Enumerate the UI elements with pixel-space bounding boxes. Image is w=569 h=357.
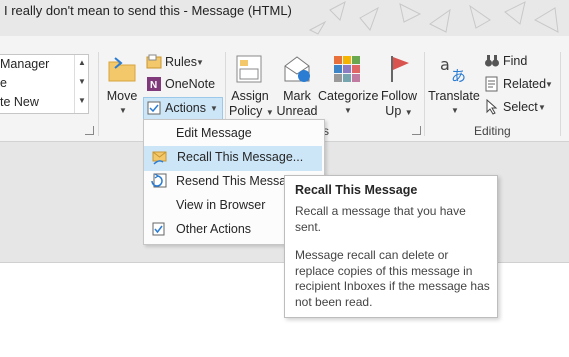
assign-policy-button[interactable]: Assign Policy ▼	[229, 52, 274, 122]
gallery-item[interactable]: Manager	[0, 57, 49, 71]
recall-tooltip: Recall This Message Recall a message tha…	[284, 175, 498, 318]
group-divider	[424, 52, 425, 136]
rules-icon	[146, 54, 162, 69]
group-divider	[98, 52, 99, 136]
related-dropdown-icon: ▼	[545, 80, 553, 89]
assign-policy-label-line2: Policy ▼	[229, 104, 274, 120]
move-button[interactable]: Move ▼	[104, 52, 140, 122]
move-label: Move	[106, 89, 138, 103]
rules-button[interactable]: Rules ▼	[146, 54, 206, 72]
move-dropdown-icon: ▼	[119, 106, 127, 115]
window-title: I really don't mean to send this - Messa…	[4, 3, 292, 18]
title-bar-pattern	[308, 1, 559, 35]
select-label: Select	[503, 100, 538, 114]
recall-icon	[152, 151, 167, 165]
select-dropdown-icon: ▼	[538, 103, 546, 112]
onenote-label: OneNote	[165, 77, 216, 91]
rules-dropdown-icon: ▼	[196, 58, 204, 67]
related-icon	[485, 76, 498, 92]
cursor-icon	[486, 99, 498, 115]
categorize-button[interactable]: Categorize ▼	[318, 52, 379, 122]
menu-item-label: Recall This Message...	[177, 150, 304, 164]
actions-dropdown-icon: ▼	[210, 104, 218, 113]
scroll-up-icon[interactable]: ▲	[78, 58, 86, 67]
svg-text:a: a	[440, 55, 450, 74]
assign-policy-label-line1: Assign	[231, 89, 269, 103]
translate-dropdown-icon: ▼	[451, 106, 459, 115]
editing-group-label: Editing	[474, 124, 511, 138]
menu-item-label: Other Actions	[176, 222, 252, 236]
svg-text:あ: あ	[451, 67, 466, 84]
select-button[interactable]: Select ▼	[484, 99, 550, 117]
tooltip-title: Recall This Message	[295, 183, 418, 197]
assign-policy-label-text: Policy	[229, 104, 263, 118]
menu-item-label: View in Browser	[176, 198, 266, 212]
actions-label: Actions	[165, 101, 206, 115]
binoculars-icon	[485, 55, 499, 67]
mark-unread-label-line2: Unread	[276, 104, 318, 118]
gallery-item[interactable]: te New	[0, 95, 39, 109]
group-divider	[560, 52, 561, 136]
related-button[interactable]: Related ▼	[484, 76, 556, 94]
quick-steps-launcher-icon[interactable]	[85, 126, 94, 135]
follow-up-label-line1: Follow	[380, 89, 418, 103]
gallery-expand-icon[interactable]: ▼	[78, 96, 86, 105]
title-bar: I really don't mean to send this - Messa…	[0, 0, 569, 36]
gallery-item[interactable]: e	[0, 76, 7, 90]
scroll-down-icon[interactable]: ▼	[78, 77, 86, 86]
categorize-label: Categorize	[318, 89, 379, 103]
resend-icon	[151, 173, 167, 188]
tooltip-description: Recall a message that you have sent.	[295, 204, 466, 234]
related-label: Related	[503, 77, 547, 91]
gallery-scrollbar[interactable]: ▲ ▼ ▼	[74, 55, 88, 113]
translate-label: Translate	[428, 89, 480, 103]
categorize-icon	[334, 56, 360, 82]
mark-unread-icon	[284, 56, 310, 82]
categorize-dropdown-icon: ▼	[344, 106, 352, 115]
other-actions-icon	[152, 222, 165, 236]
mark-unread-button[interactable]: Mark Unread	[276, 52, 318, 122]
follow-up-label-text: Up	[385, 104, 402, 118]
quick-steps-gallery[interactable]: Manager e te New ▲ ▼ ▼	[0, 54, 89, 114]
menu-item-edit-message[interactable]: Edit Message	[144, 122, 324, 145]
onenote-icon: N	[147, 77, 161, 91]
menu-item-label: Edit Message	[176, 126, 252, 140]
follow-up-dropdown-icon: ▼	[404, 108, 413, 117]
move-folder-icon	[108, 57, 136, 82]
follow-up-button[interactable]: Follow Up ▼	[380, 52, 418, 122]
translate-button[interactable]: a あ Translate ▼	[428, 52, 480, 122]
tooltip-details: Message recall can delete or replace cop…	[295, 248, 490, 309]
menu-item-recall-message[interactable]: Recall This Message...	[144, 146, 322, 171]
follow-up-label-line2: Up ▼	[380, 104, 418, 120]
onenote-button[interactable]: N OneNote	[146, 76, 218, 94]
tags-launcher-icon[interactable]	[412, 126, 421, 135]
assign-policy-icon	[236, 55, 262, 83]
svg-text:N: N	[150, 80, 157, 91]
actions-icon	[147, 101, 161, 115]
actions-button[interactable]: Actions ▼	[143, 97, 223, 120]
translate-icon: a あ	[440, 55, 466, 84]
flag-icon	[391, 56, 409, 82]
find-button[interactable]: Find	[484, 53, 544, 71]
mark-unread-label-line1: Mark	[283, 89, 311, 103]
find-label: Find	[503, 54, 528, 68]
menu-item-label: Resend This Message	[176, 174, 301, 188]
rules-label: Rules	[165, 55, 197, 69]
assign-policy-dropdown-icon: ▼	[265, 108, 274, 117]
